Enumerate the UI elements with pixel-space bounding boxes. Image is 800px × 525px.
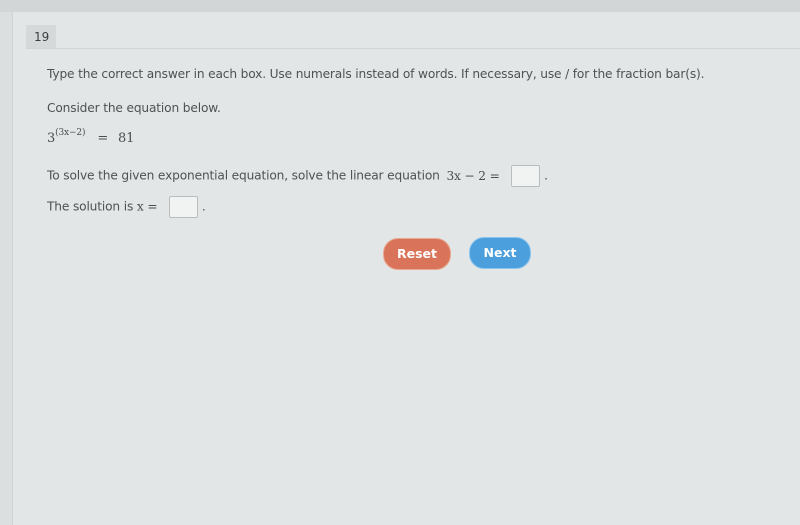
linear-equation-line: To solve the given exponential equation,… xyxy=(47,165,548,187)
solution-answer-input[interactable] xyxy=(169,196,199,218)
question-number: 19 xyxy=(34,30,50,44)
reset-button[interactable]: Reset xyxy=(383,238,451,270)
linear-equation-expr: 3x − 2 = xyxy=(446,168,500,183)
prompt-text: Consider the equation below. xyxy=(47,101,221,115)
linear-equation-answer-input[interactable] xyxy=(511,165,541,187)
solution-period: . xyxy=(201,199,206,214)
equation: 3(3x−2) = 81 xyxy=(47,128,135,146)
instructions-text: Type the correct answer in each box. Use… xyxy=(47,67,705,81)
equation-rhs: 81 xyxy=(118,131,135,146)
linear-equation-period: . xyxy=(544,168,548,183)
equation-equals: = xyxy=(97,131,109,146)
header-divider xyxy=(26,48,800,49)
equation-exponent: (3x−2) xyxy=(55,128,86,138)
next-button[interactable]: Next xyxy=(469,237,531,269)
top-strip xyxy=(0,0,800,12)
solution-text: The solution is xyxy=(47,199,134,214)
equation-base: 3 xyxy=(47,131,56,146)
linear-equation-text: To solve the given exponential equation,… xyxy=(47,168,440,183)
solution-line: The solution is x = . xyxy=(47,196,206,218)
solution-expr: x = xyxy=(136,199,158,214)
